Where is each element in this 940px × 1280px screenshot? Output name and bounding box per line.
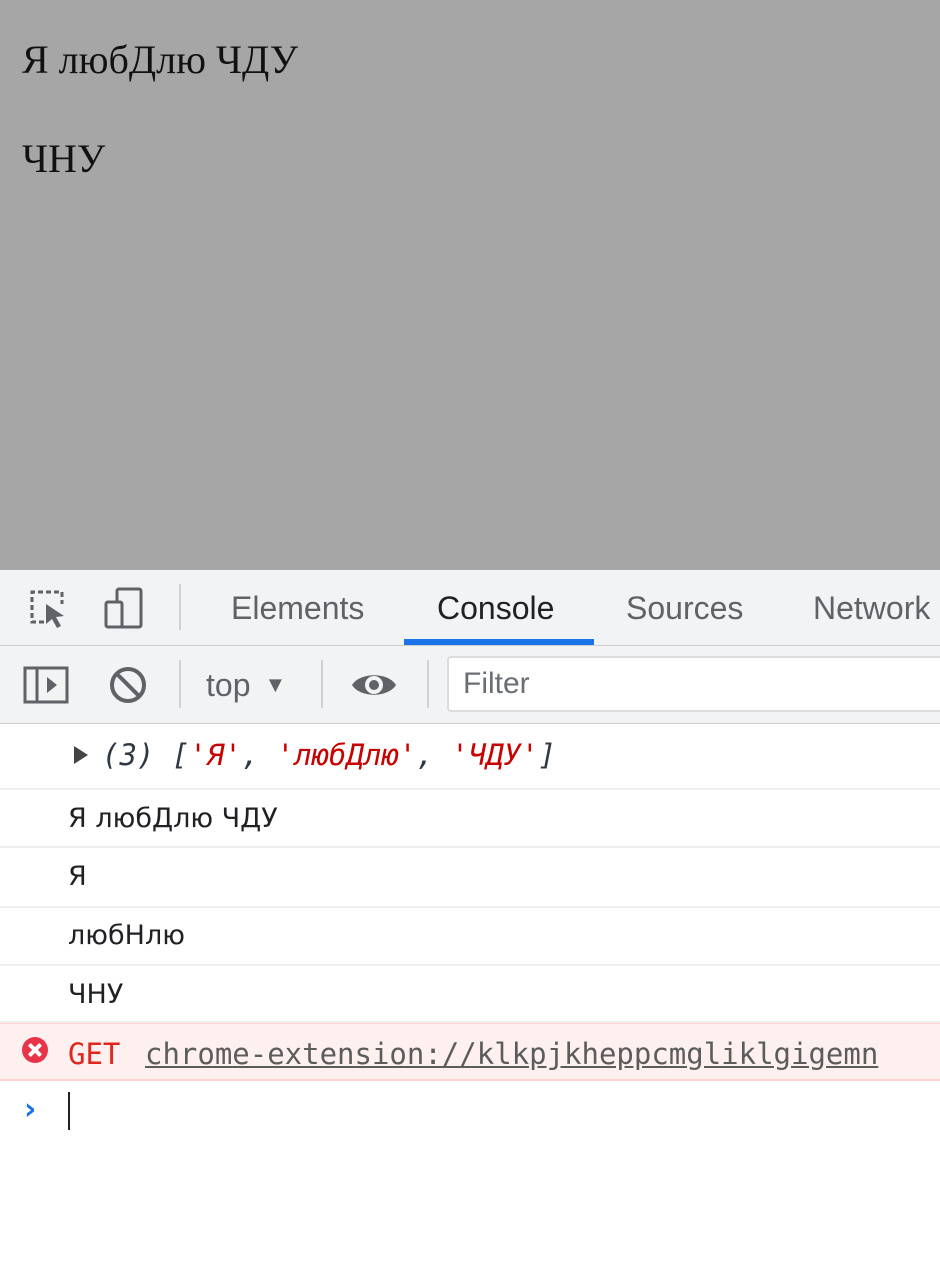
tab-bar-divider: [179, 584, 181, 630]
text-cursor: [68, 1092, 70, 1130]
devtools-tab-bar: Elements Console Sources Network: [0, 570, 940, 646]
page-paragraph-2: ЧНУ: [22, 136, 106, 181]
prompt-chevron-icon: ›: [24, 1092, 37, 1127]
console-message-array[interactable]: (3) ['Я', 'любДлю', 'ЧДУ']: [0, 724, 940, 790]
array-preview: (3) ['Я', 'любДлю', 'ЧДУ']: [102, 738, 557, 772]
log-text: Я: [68, 861, 87, 892]
page-paragraph-1: Я любДлю ЧДУ: [22, 37, 299, 82]
filter-input[interactable]: [449, 658, 933, 710]
inspect-element-icon[interactable]: [24, 584, 72, 632]
device-toggle-icon[interactable]: [100, 584, 148, 632]
dropdown-caret-icon: ▼: [264, 672, 287, 697]
log-text: Я любДлю ЧДУ: [68, 803, 278, 834]
log-text: любНлю: [68, 920, 185, 951]
console-message: Я любДлю ЧДУ: [0, 790, 940, 848]
console-message: любНлю: [0, 908, 940, 966]
log-text: ЧНУ: [68, 979, 124, 1010]
sidebar-toggle-icon[interactable]: [22, 661, 70, 709]
console-error-message: GET chrome-extension://klkpjkheppcmglikl…: [0, 1023, 940, 1081]
tab-elements[interactable]: Elements: [231, 570, 364, 646]
filter-field[interactable]: [447, 656, 940, 712]
console-message: Я: [0, 848, 940, 908]
tab-network[interactable]: Network: [813, 570, 930, 646]
context-selector-value: top: [206, 666, 251, 703]
toolbar-divider-2: [321, 660, 323, 708]
expand-triangle-icon[interactable]: [74, 746, 88, 764]
error-method: GET: [68, 1037, 121, 1071]
clear-console-icon[interactable]: [104, 661, 152, 709]
error-url-link[interactable]: chrome-extension://klkpjkheppcmgliklgige…: [145, 1037, 878, 1071]
active-tab-indicator: [404, 639, 594, 645]
error-icon: [22, 1037, 48, 1063]
tab-console[interactable]: Console: [437, 570, 554, 646]
toolbar-divider-1: [179, 660, 181, 708]
context-selector[interactable]: top ▼: [206, 646, 286, 724]
page-viewport: Я любДлю ЧДУ ЧНУ: [0, 0, 940, 570]
console-toolbar: top ▼: [0, 646, 940, 724]
console-messages: (3) ['Я', 'любДлю', 'ЧДУ'] Я любДлю ЧДУ …: [0, 724, 940, 1081]
tab-sources[interactable]: Sources: [626, 570, 743, 646]
devtools-panel: Elements Console Sources Network top ▼ F…: [0, 570, 940, 1280]
console-prompt[interactable]: ›: [0, 1082, 940, 1142]
live-expression-eye-icon[interactable]: [350, 661, 398, 709]
console-message: ЧНУ: [0, 966, 940, 1023]
toolbar-divider-3: [427, 660, 429, 708]
